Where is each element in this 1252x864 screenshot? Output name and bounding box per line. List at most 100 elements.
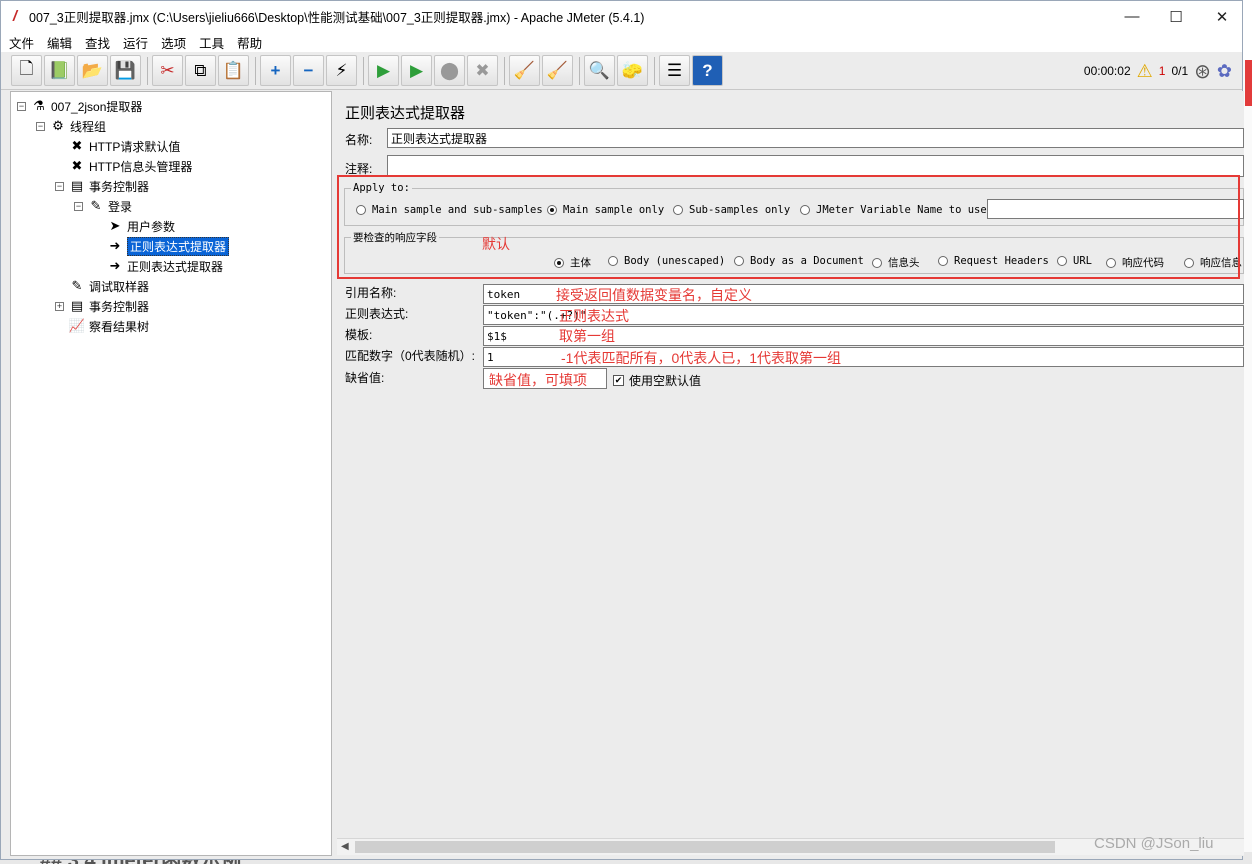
tree-node[interactable]: ➜ 正则表达式提取器 [93,236,230,256]
list-icon: ☰ [666,60,683,80]
open-icon: 📂 [81,60,104,80]
new-button[interactable]: 🗋 [11,55,42,86]
cut-button[interactable]: ✂ [152,55,183,86]
remote-icon[interactable]: ⊛ [1194,59,1211,84]
start-button[interactable]: ▶ [368,55,399,86]
tree-toggle-icon[interactable]: − [55,181,64,191]
active-threads: 0/1 [1171,64,1189,78]
start-no-pause-button[interactable]: ▶ [401,55,432,86]
toolbar-separator [654,56,655,85]
menu-file[interactable]: 文件 [9,33,34,52]
comment-input[interactable] [387,155,1244,177]
menu-help[interactable]: 帮助 [237,33,262,52]
tree-node[interactable]: + ▤ 事务控制器 [55,296,149,316]
reset-search-button[interactable]: 🧽 [617,55,648,86]
toggle-button[interactable]: ⚡ [326,55,357,86]
annotation-match-no: -1代表匹配所有，0代表人已，1代表取第一组 [561,350,842,366]
tree-node-label[interactable]: 用户参数 [127,218,175,235]
help-icon: ? [702,60,713,80]
save-button[interactable]: 💾 [110,55,141,86]
toolbar-separator [255,56,256,85]
tree-node-label[interactable]: 正则表达式提取器 [127,258,223,275]
clear-button[interactable]: 🧹 [509,55,540,86]
tree-toggle-icon[interactable]: − [17,101,26,111]
sampler-icon: ✎ [71,278,83,293]
controller-icon: ▤ [70,178,84,193]
menu-edit[interactable]: 编辑 [47,33,72,52]
open-button[interactable]: 📂 [77,55,108,86]
tree-node-label[interactable]: HTTP信息头管理器 [89,158,192,175]
tree-node[interactable]: ➜ 正则表达式提取器 [93,256,223,276]
warning-icon[interactable]: ⚠ [1137,61,1153,82]
annotation-template: 取第一组 [559,328,615,344]
minimize-button[interactable]: — [1109,1,1155,32]
scroll-left-icon[interactable]: ◀ [341,841,349,852]
tree-node[interactable]: ✖ HTTP请求默认值 [55,136,181,156]
tree-node[interactable]: − ✎ 登录 [74,196,132,216]
tree-toggle-icon[interactable]: − [36,121,45,131]
maximize-button[interactable]: ☐ [1153,1,1199,32]
tools-icon: ✖ [71,158,83,173]
tree-toggle-icon[interactable]: + [55,301,64,311]
elapsed-time: 00:00:02 [1083,64,1131,78]
match-no-label: 匹配数字（0代表随机）: [345,349,476,363]
checkbox-checked[interactable]: ✔ [613,375,624,386]
preprocessor-icon: ➤ [109,218,121,233]
collapse-all-button[interactable]: − [293,55,324,86]
toolbar: 🗋 📗 📂 💾 ✂ ⧉ 📋 + − ⚡ ▶ ▶ ⬤ ✖ 🧹 🧹 🔍 🧽 ☰ ? … [1,52,1242,90]
regex-label: 正则表达式: [345,307,409,321]
tree-node-label[interactable]: 事务控制器 [89,298,149,315]
tree-node-label[interactable]: 调试取样器 [89,278,149,295]
template-label: 模板: [345,328,373,342]
paste-button[interactable]: 📋 [218,55,249,86]
expand-all-button[interactable]: + [260,55,291,86]
templates-button[interactable]: 📗 [44,55,75,86]
clear-all-button[interactable]: 🧹 [542,55,573,86]
scrollbar-thumb[interactable] [355,841,1055,853]
toggle-icon: ⚡ [335,60,348,80]
shutdown-button[interactable]: ✖ [467,55,498,86]
tree-node-label[interactable]: 007_2json提取器 [51,98,142,115]
tree-node[interactable]: − ⚙ 线程组 [36,116,106,136]
menu-run[interactable]: 运行 [123,33,148,52]
run-status: 00:00:02 ⚠ 1 0/1 ⊛ ✿ [1084,52,1232,90]
templates-icon: 📗 [48,60,71,80]
paste-icon: 📋 [222,60,245,80]
tree-node[interactable]: − ⚗ 007_2json提取器 [17,96,142,116]
search-button[interactable]: 🔍 [584,55,615,86]
use-empty-default-label: 使用空默认值 [629,374,702,388]
function-helper-button[interactable]: ☰ [659,55,690,86]
tree-node-label[interactable]: 察看结果树 [89,318,149,335]
close-button[interactable]: ✕ [1199,1,1245,32]
window-title: 007_3正则提取器.jmx (C:\Users\jieliu666\Deskt… [29,11,645,25]
stop-button[interactable]: ⬤ [434,55,465,86]
listener-icon: 📈 [68,318,86,333]
tree-node[interactable]: 📈 察看结果树 [55,316,149,336]
controller-icon: ▤ [70,298,84,313]
toolbar-separator [363,56,364,85]
panel-title: 正则表达式提取器 [345,105,466,122]
tree-node-label[interactable]: 正则表达式提取器 [127,236,230,256]
tree-toggle-icon[interactable]: − [74,201,83,211]
tree-node[interactable]: ✖ HTTP信息头管理器 [55,156,193,176]
use-empty-default-checkbox[interactable]: ✔ 使用空默认值 [613,372,701,389]
tree-node-label[interactable]: HTTP请求默认值 [89,138,180,155]
help-button[interactable]: ? [692,55,723,86]
tree-node[interactable]: ✎ 调试取样器 [55,276,149,296]
tree-node-label[interactable]: 事务控制器 [89,178,149,195]
flask-icon: ⚗ [33,98,45,113]
name-input[interactable]: 正则表达式提取器 [387,128,1244,148]
menu-options[interactable]: 选项 [161,33,186,52]
tree-node[interactable]: ➤ 用户参数 [93,216,175,236]
tree-node-label[interactable]: 线程组 [70,118,106,135]
menu-tools[interactable]: 工具 [199,33,224,52]
copy-button[interactable]: ⧉ [185,55,216,86]
toolbar-separator [579,56,580,85]
menu-search[interactable]: 查找 [85,33,110,52]
tree-node[interactable]: − ▤ 事务控制器 [55,176,149,196]
warning-count: 1 [1158,64,1166,78]
log-viewer-icon[interactable]: ✿ [1217,61,1232,82]
collapse-icon: − [303,60,314,80]
tree-node-label[interactable]: 登录 [108,198,132,215]
background-window-right [1243,60,1252,864]
